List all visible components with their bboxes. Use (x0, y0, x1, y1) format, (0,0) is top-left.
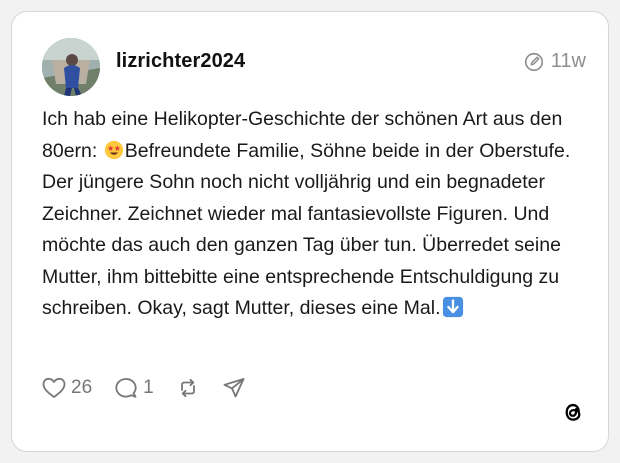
edited-icon (524, 52, 543, 71)
reply-count: 1 (143, 377, 154, 398)
post-meta: 11w (523, 50, 586, 73)
reply-button[interactable]: 1 (114, 376, 154, 400)
repost-button[interactable] (176, 376, 200, 400)
share-button[interactable] (222, 376, 246, 400)
post-actions: 26 1 (42, 376, 268, 400)
star-struck-emoji-icon (104, 140, 123, 159)
post-card: lizrichter2024 11w Ich hab eine Helikopt… (11, 11, 609, 452)
post-text: Ich hab eine Helikopter-Geschichte der s… (42, 104, 597, 325)
timestamp[interactable]: 11w (551, 50, 586, 73)
like-count: 26 (71, 377, 93, 398)
down-arrow-emoji-icon (442, 296, 463, 318)
speech-bubble-icon (115, 378, 137, 398)
username[interactable]: lizrichter2024 (116, 50, 245, 73)
avatar[interactable] (42, 38, 100, 96)
threads-logo-icon (565, 403, 581, 421)
paper-plane-icon (223, 378, 245, 398)
post-text-part-2: Befreundete Familie, Söhne beide in der … (42, 139, 571, 320)
repost-icon (180, 378, 195, 398)
like-button[interactable]: 26 (42, 377, 92, 399)
heart-icon (42, 377, 66, 398)
avatar-photo (42, 38, 100, 96)
